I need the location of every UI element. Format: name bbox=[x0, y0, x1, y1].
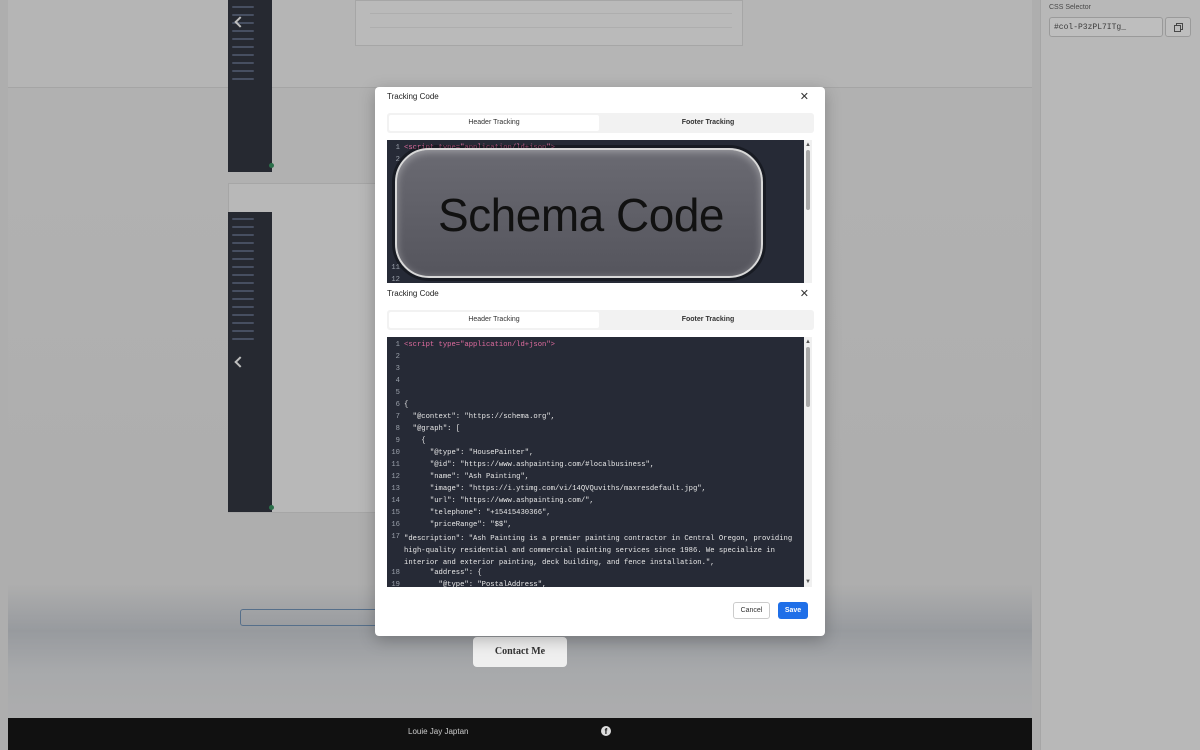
modal-title: Tracking Code bbox=[387, 289, 439, 298]
code-line: 7 "@context": "https://schema.org", bbox=[387, 413, 804, 421]
code-line: 11 "@id": "https://www.ashpainting.com/#… bbox=[387, 461, 804, 469]
code-line: 8 "@graph": [ bbox=[387, 425, 804, 433]
close-icon[interactable]: ✕ bbox=[800, 92, 809, 103]
code-text: "name": "Ash Painting", bbox=[404, 473, 530, 481]
code-line: 18 "address": { bbox=[387, 569, 804, 577]
scroll-thumb[interactable] bbox=[806, 347, 810, 407]
line-number: 15 bbox=[391, 509, 400, 517]
code-line: 9 { bbox=[387, 437, 804, 445]
line-number: 1 bbox=[395, 341, 400, 349]
code-text: { bbox=[404, 401, 409, 409]
code-text: "telephone": "+15415430366", bbox=[404, 509, 551, 517]
code-line: 15 "telephone": "+15415430366", bbox=[387, 509, 804, 517]
scroll-down-icon[interactable]: ▼ bbox=[805, 579, 811, 585]
code-text: "description": "Ash Painting is a premie… bbox=[404, 535, 793, 567]
code-line: 1 <script type="application/ld+json"> bbox=[387, 341, 804, 349]
code-text: <script type="application/ld+json"> bbox=[404, 341, 555, 349]
code-text: "@type": "PostalAddress", bbox=[404, 581, 547, 587]
code-text: "url": "https://www.ashpainting.com/", bbox=[404, 497, 594, 505]
scroll-up-icon[interactable]: ▲ bbox=[805, 339, 811, 345]
tab-header-tracking[interactable]: Header Tracking bbox=[389, 312, 599, 328]
tab-header-tracking-back[interactable]: Header Tracking bbox=[389, 115, 599, 131]
facebook-icon[interactable]: f bbox=[601, 726, 611, 736]
code-line: 4 bbox=[387, 377, 804, 385]
line-number: 5 bbox=[395, 389, 400, 397]
line-number: 19 bbox=[391, 581, 400, 587]
schema-code-overlay: Schema Code bbox=[395, 148, 763, 278]
tab-footer-tracking-back[interactable]: Footer Tracking bbox=[603, 115, 813, 131]
line-number: 14 bbox=[391, 497, 400, 505]
tab-footer-tracking[interactable]: Footer Tracking bbox=[603, 312, 813, 328]
code-line: 12 "name": "Ash Painting", bbox=[387, 473, 804, 481]
code-line: 5 bbox=[387, 389, 804, 397]
code-line: 14 "url": "https://www.ashpainting.com/"… bbox=[387, 497, 804, 505]
line-number: 7 bbox=[395, 413, 400, 421]
save-button[interactable]: Save bbox=[778, 602, 808, 619]
code-text: "@type": "HousePainter", bbox=[404, 449, 534, 457]
line-number: 18 bbox=[391, 569, 400, 577]
line-number: 6 bbox=[395, 401, 400, 409]
line-number: 13 bbox=[391, 485, 400, 493]
code-text: "address": { bbox=[404, 569, 482, 577]
line-number: 10 bbox=[391, 449, 400, 457]
code-line: 3 bbox=[387, 365, 804, 373]
code-line: 10 "@type": "HousePainter", bbox=[387, 449, 804, 457]
code-text: "priceRange": "$$", bbox=[404, 521, 512, 529]
cancel-button[interactable]: Cancel bbox=[733, 602, 770, 619]
code-line: 19 "@type": "PostalAddress", bbox=[387, 581, 804, 587]
line-number: 9 bbox=[395, 437, 400, 445]
line-number: 11 bbox=[391, 461, 400, 469]
scrollbar-back[interactable]: ▲ bbox=[804, 140, 812, 283]
tracking-tabs: Header Tracking Footer Tracking bbox=[387, 310, 814, 330]
code-line: 16 "priceRange": "$$", bbox=[387, 521, 804, 529]
code-text: { bbox=[404, 437, 426, 445]
line-number: 4 bbox=[395, 377, 400, 385]
line-number: 16 bbox=[391, 521, 400, 529]
modal-title-back: Tracking Code bbox=[387, 92, 439, 101]
code-line: 6{ bbox=[387, 401, 804, 409]
code-editor[interactable]: 1 <script type="application/ld+json"> 2 3 4 5… bbox=[387, 337, 804, 587]
line-number: 8 bbox=[395, 425, 400, 433]
close-icon[interactable]: ✕ bbox=[800, 289, 809, 300]
contact-me-button[interactable]: Contact Me bbox=[473, 637, 567, 667]
page: CSS Selector #col-P3zPL7ITg_ Contact Me … bbox=[0, 0, 1200, 750]
code-text: "image": "https://i.ytimg.com/vi/14QVQuv… bbox=[404, 485, 706, 493]
schema-code-title: Schema Code bbox=[438, 189, 725, 241]
code-line: 13 "image": "https://i.ytimg.com/vi/14QV… bbox=[387, 485, 804, 493]
code-text: "@id": "https://www.ashpainting.com/#loc… bbox=[404, 461, 655, 469]
site-footer: Louie Jay Japtan f bbox=[8, 718, 1032, 750]
code-scrollbar[interactable]: ▲ ▼ bbox=[804, 337, 812, 587]
code-text: "@graph": [ bbox=[404, 425, 461, 433]
line-number: 12 bbox=[391, 473, 400, 481]
tabs-back: Header Tracking Footer Tracking bbox=[387, 113, 814, 133]
line-number: 3 bbox=[395, 365, 400, 373]
line-number: 17 bbox=[391, 533, 400, 541]
footer-name: Louie Jay Japtan bbox=[408, 727, 469, 736]
code-line: 17 "description": "Ash Painting is a pre… bbox=[387, 533, 804, 569]
line-number: 2 bbox=[395, 353, 400, 361]
code-text: "@context": "https://schema.org", bbox=[404, 413, 555, 421]
code-line: 2 bbox=[387, 353, 804, 361]
